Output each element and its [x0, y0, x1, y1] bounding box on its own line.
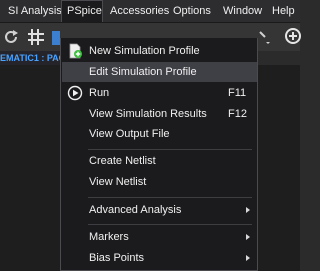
menu-bar: SI Analysis PSpice Accessories Options W…: [0, 0, 300, 23]
menu-item-label: View Simulation Results: [89, 108, 207, 120]
menu-item-edit-simulation-profile[interactable]: Edit Simulation Profile: [62, 62, 257, 82]
menu-item-label: Advanced Analysis: [89, 204, 182, 216]
menu-item-label: Edit Simulation Profile: [89, 66, 197, 78]
refresh-icon[interactable]: [2, 28, 20, 46]
shortcut-label: F11: [228, 87, 247, 99]
menu-si-analysis[interactable]: SI Analysis: [3, 0, 67, 22]
menu-separator: [88, 149, 252, 150]
grid-icon[interactable]: [26, 27, 48, 47]
menu-item-view-netlist[interactable]: View Netlist: [62, 172, 257, 192]
add-icon[interactable]: [283, 26, 301, 46]
menu-item-label: View Output File: [89, 128, 170, 140]
menu-pspice[interactable]: PSpice: [61, 0, 103, 22]
menu-options[interactable]: Options: [168, 0, 216, 22]
pspice-menu: New Simulation Profile Edit Simulation P…: [60, 38, 258, 271]
partial-toolbar-icon[interactable]: [52, 31, 60, 45]
menu-separator: [88, 224, 252, 225]
new-profile-icon: [69, 43, 82, 59]
submenu-arrow-icon: [246, 207, 250, 213]
menu-item-run[interactable]: Run F11: [62, 83, 257, 103]
menu-item-new-simulation-profile[interactable]: New Simulation Profile: [62, 41, 257, 61]
menu-help[interactable]: Help: [267, 0, 300, 22]
menu-item-label: Create Netlist: [89, 155, 156, 167]
menu-item-bias-points[interactable]: Bias Points: [62, 248, 257, 268]
menu-item-create-netlist[interactable]: Create Netlist: [62, 151, 257, 171]
submenu-arrow-icon: [246, 234, 250, 240]
menu-item-view-output-file[interactable]: View Output File: [62, 124, 257, 144]
menu-item-label: Bias Points: [89, 252, 145, 264]
menu-accessories[interactable]: Accessories: [105, 0, 174, 22]
menu-separator: [88, 197, 252, 198]
submenu-arrow-icon: [246, 255, 250, 261]
menu-item-label: Run: [89, 87, 110, 99]
run-icon: [67, 85, 83, 101]
menu-window[interactable]: Window: [218, 0, 267, 22]
dropdown-arrow-icon[interactable]: [258, 28, 272, 46]
menu-item-view-simulation-results[interactable]: View Simulation Results F12: [62, 104, 257, 124]
document-tab[interactable]: EMATIC1 : PAG: [0, 51, 66, 65]
shortcut-label: F12: [228, 108, 247, 120]
menu-item-label: New Simulation Profile: [89, 45, 200, 57]
menu-item-label: View Netlist: [89, 176, 147, 188]
menu-item-label: Markers: [89, 231, 129, 243]
menu-item-advanced-analysis[interactable]: Advanced Analysis: [62, 200, 257, 220]
menu-item-markers[interactable]: Markers: [62, 227, 257, 247]
